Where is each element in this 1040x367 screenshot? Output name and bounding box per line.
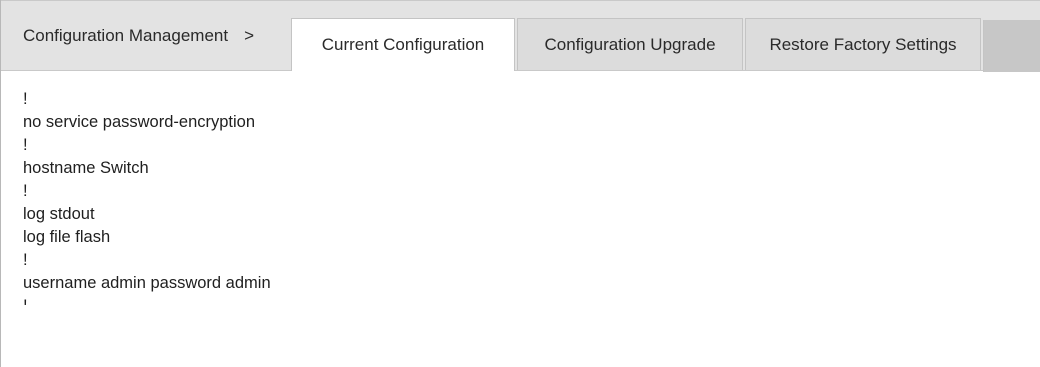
tab-bar: Configuration Management > Current Confi… bbox=[1, 0, 1040, 72]
tab-current-configuration[interactable]: Current Configuration bbox=[291, 18, 515, 71]
tabs: Current Configuration Configuration Upgr… bbox=[291, 1, 983, 71]
config-line: no service password-encryption bbox=[23, 113, 256, 131]
config-text: ! no service password-encryption ! hostn… bbox=[23, 88, 271, 305]
config-line: log stdout bbox=[23, 205, 95, 223]
tab-bar-fill bbox=[983, 20, 1040, 72]
tab-configuration-upgrade[interactable]: Configuration Upgrade bbox=[517, 18, 743, 70]
config-management-page: Configuration Management > Current Confi… bbox=[0, 0, 1040, 367]
tab-restore-factory-settings[interactable]: Restore Factory Settings bbox=[745, 18, 981, 70]
config-line: hostname Switch bbox=[23, 159, 149, 177]
breadcrumb-separator: > bbox=[244, 25, 255, 45]
config-line: ! bbox=[23, 136, 28, 154]
breadcrumb-section: Configuration Management bbox=[23, 25, 229, 45]
config-line: username admin password admin bbox=[23, 274, 271, 292]
config-line: log file flash bbox=[23, 228, 111, 246]
breadcrumb: Configuration Management > bbox=[1, 1, 291, 70]
config-line: ! bbox=[23, 182, 28, 200]
config-line: ! bbox=[23, 295, 271, 305]
config-line: ! bbox=[23, 251, 28, 269]
config-line: ! bbox=[23, 90, 28, 108]
